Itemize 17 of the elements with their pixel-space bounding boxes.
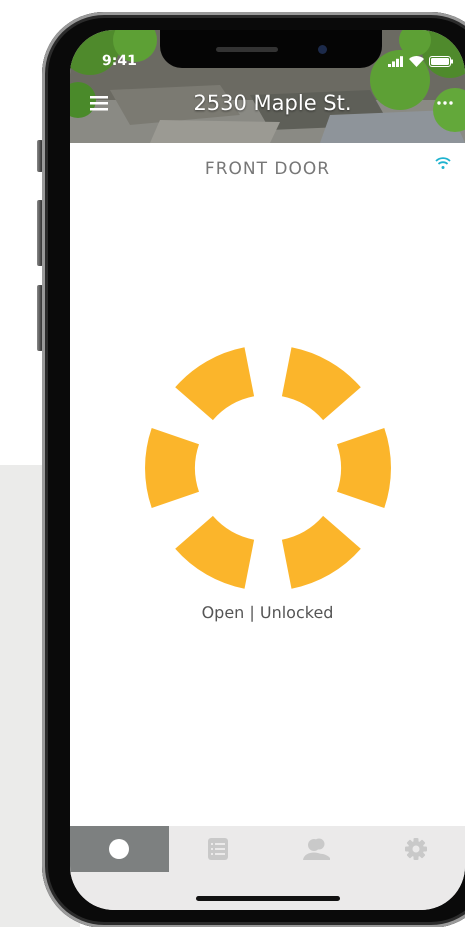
more-button[interactable] [436,101,453,105]
camera [318,44,326,54]
menu-button[interactable] [90,96,108,110]
wifi-icon [435,157,451,169]
list-icon [208,838,228,860]
users-icon [302,838,331,860]
battery-icon [429,56,453,66]
tab[interactable] [70,826,169,872]
speaker [216,46,278,52]
status-time: 9:41 [102,53,137,69]
wifi-icon [409,56,424,66]
lock-status-text: Open | Unlocked [202,603,334,622]
settings-icon [404,838,427,860]
address-title: 2530 Maple St. [193,91,352,115]
signal-icon [388,56,404,66]
circle-icon [109,839,130,859]
device-name: FRONT DOOR [204,159,330,179]
